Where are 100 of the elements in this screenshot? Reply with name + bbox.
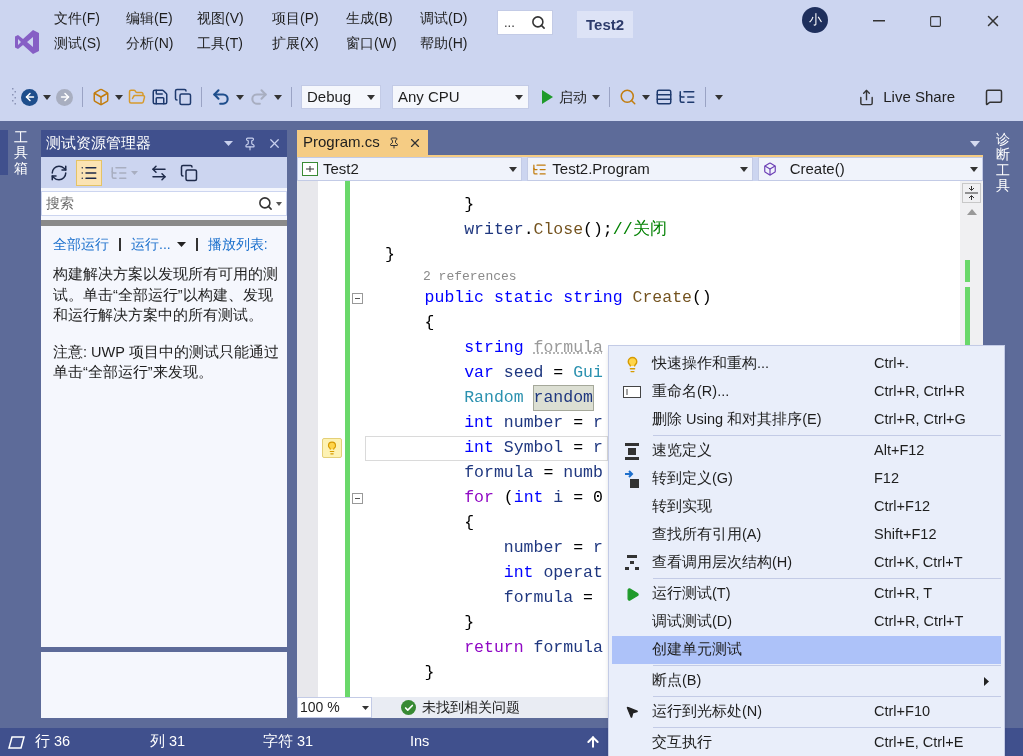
- configuration-dropdown[interactable]: Debug: [301, 85, 381, 109]
- caret-icon[interactable]: [115, 94, 123, 100]
- menu-item[interactable]: 调试(D): [420, 6, 496, 31]
- split-icon[interactable]: [962, 183, 981, 203]
- menu-item[interactable]: 文件(F): [54, 6, 126, 31]
- search-icon: [258, 196, 273, 211]
- link[interactable]: 运行...: [131, 233, 186, 255]
- menu-item[interactable]: 视图(V): [197, 6, 272, 31]
- caret-icon[interactable]: [274, 94, 282, 100]
- menu-item[interactable]: 速览定义 Alt+F12: [612, 437, 1001, 465]
- menu-item[interactable]: 查看调用层次结构(H) Ctrl+K, Ctrl+T: [612, 549, 1001, 577]
- undo-icon[interactable]: [211, 87, 231, 107]
- caret-icon[interactable]: [43, 94, 51, 100]
- menu-item[interactable]: 运行测试(T) Ctrl+R, T: [612, 580, 1001, 608]
- caret-icon: [176, 241, 186, 247]
- toolbar-button[interactable]: [76, 159, 102, 186]
- menu-item[interactable]: 帮助(H): [420, 31, 496, 56]
- maximize-icon: [929, 14, 942, 28]
- start-button[interactable]: 启动: [542, 85, 587, 109]
- live-share-button[interactable]: Live Share: [858, 85, 955, 109]
- caret-icon[interactable]: [592, 94, 600, 100]
- menu-item[interactable]: 转到定义(G) F12: [612, 465, 1001, 493]
- code-line: number = r: [502, 536, 604, 559]
- navigation-dropdown[interactable]: Create(): [757, 157, 983, 181]
- file-icon: [302, 162, 318, 176]
- help-text: 构建解决方案以发现所有可用的测试。单击“全部运行”以构建、发现和运行解决方案中的所有测试。: [53, 265, 279, 325]
- change-marker: [965, 260, 970, 282]
- issues-status[interactable]: 未找到相关问题: [422, 697, 520, 718]
- link[interactable]: 播放列表:: [207, 233, 268, 255]
- tree-icon[interactable]: [678, 88, 696, 106]
- help-text: 注意: UWP 项目中的测试只能通过单击“全部运行”来发现。: [53, 342, 280, 382]
- code-line: public static string Create(): [423, 286, 713, 309]
- logo-icon: [14, 29, 40, 55]
- menu-item[interactable]: 编辑(E): [126, 6, 197, 31]
- side-tab[interactable]: 工具箱: [14, 130, 28, 177]
- search-field[interactable]: ...: [497, 10, 553, 35]
- back-icon[interactable]: [21, 88, 38, 106]
- menu-item[interactable]: 运行到光标处(N) Ctrl+F10: [612, 698, 1001, 726]
- share-icon: [858, 88, 876, 106]
- menu-item[interactable]: 分析(N): [126, 31, 197, 56]
- caret-icon: [362, 705, 369, 710]
- editor-tab[interactable]: Program.cs: [297, 130, 428, 155]
- menu-item[interactable]: 删除 Using 和对其排序(E) Ctrl+R, Ctrl+G: [612, 406, 1001, 434]
- publish-icon[interactable]: [585, 734, 601, 750]
- caret-icon: [367, 94, 375, 100]
- menu-item[interactable]: 快速操作和重构... Ctrl+.: [612, 350, 1001, 378]
- caret-icon[interactable]: [970, 141, 980, 147]
- link[interactable]: 全部运行: [53, 233, 109, 255]
- menu-item[interactable]: 创建单元测试: [612, 636, 1001, 664]
- caret-icon[interactable]: [236, 94, 244, 100]
- menu-item[interactable]: 查找所有引用(A) Shift+F12: [612, 521, 1001, 549]
- menu-item[interactable]: 工具(T): [197, 31, 272, 56]
- menu-item[interactable]: 调试测试(D) Ctrl+R, Ctrl+T: [612, 608, 1001, 636]
- code-line: return formula: [463, 636, 604, 659]
- collapse-icon[interactable]: [352, 492, 363, 504]
- code-line: writer.Close();//关闭: [463, 218, 668, 241]
- code-line: {: [463, 511, 476, 534]
- menu-item[interactable]: 断点(B): [612, 667, 1001, 695]
- menu-item[interactable]: 项目(P): [272, 6, 346, 31]
- code-line: formula = numb: [463, 461, 604, 484]
- pin-icon[interactable]: [243, 136, 257, 151]
- check-icon: [401, 700, 416, 715]
- menu-item[interactable]: 生成(B): [346, 6, 420, 31]
- pin-icon[interactable]: [387, 136, 400, 149]
- save-icon[interactable]: [151, 88, 169, 106]
- caret-icon: [739, 166, 748, 172]
- panel-title: 测试资源管理器: [46, 133, 151, 153]
- avatar[interactable]: 小: [802, 7, 828, 33]
- menu-item[interactable]: 交互执行 Ctrl+E, Ctrl+E: [612, 729, 1001, 756]
- caret-icon[interactable]: [224, 141, 233, 146]
- menu-item[interactable]: 重命名(R)... Ctrl+R, Ctrl+R: [612, 378, 1001, 406]
- navigation-dropdown[interactable]: Test2.Program: [527, 157, 753, 181]
- navigation-dropdown[interactable]: Test2: [297, 157, 523, 181]
- menu-item[interactable]: 测试(S): [54, 31, 126, 56]
- code-line: {: [423, 311, 436, 334]
- codelens[interactable]: 2 references: [403, 267, 518, 286]
- refresh-icon: [50, 163, 68, 182]
- zoom-dropdown[interactable]: 100 %: [297, 697, 372, 718]
- caret-icon[interactable]: [715, 94, 723, 100]
- cube-icon: [762, 162, 777, 176]
- caret-icon: [131, 170, 138, 175]
- caret-icon[interactable]: [642, 94, 650, 100]
- menu-item[interactable]: 转到实现 Ctrl+F12: [612, 493, 1001, 521]
- minimize-icon: [872, 20, 885, 22]
- code-line: var seed = Gui: [463, 361, 604, 384]
- menu-item[interactable]: 窗口(W): [346, 31, 420, 56]
- code-line: }: [423, 661, 436, 684]
- code-line: int number = r: [463, 411, 604, 434]
- feedback-icon[interactable]: [985, 88, 1003, 106]
- menu-item[interactable]: 扩展(X): [272, 31, 346, 56]
- side-tab-background: [0, 130, 8, 175]
- line-number: 行 36: [35, 732, 72, 752]
- search-field[interactable]: 搜索: [41, 191, 287, 216]
- collapse-icon[interactable]: [352, 292, 363, 304]
- close-icon[interactable]: [267, 136, 282, 151]
- rename-icon: [623, 386, 641, 398]
- platform-dropdown[interactable]: Any CPU: [392, 85, 529, 109]
- grip-icon[interactable]: [12, 87, 16, 107]
- code-line: for (int i = 0: [463, 486, 604, 509]
- save-all-icon[interactable]: [174, 88, 192, 106]
